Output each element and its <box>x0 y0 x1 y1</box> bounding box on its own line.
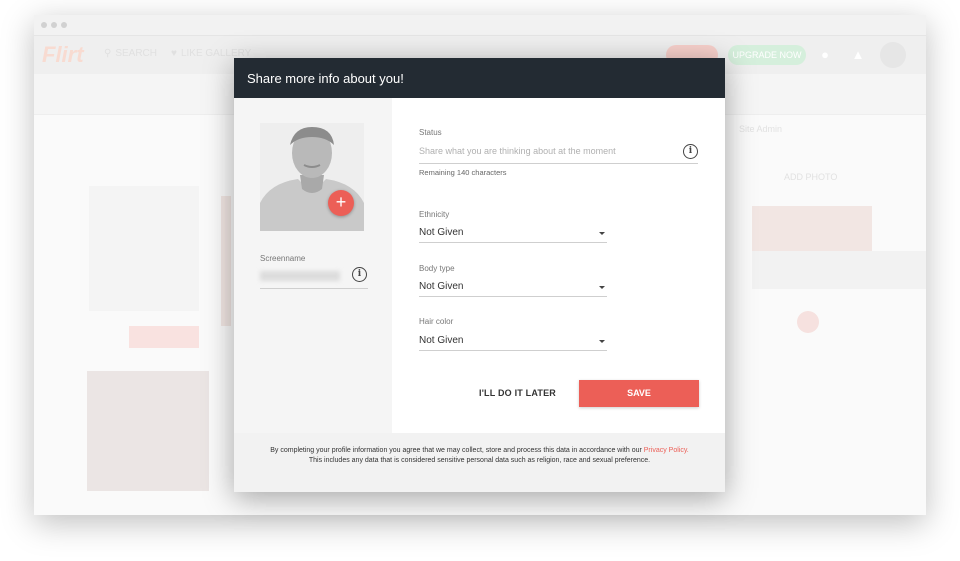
status-underline <box>419 163 698 164</box>
dialog-left-panel: + Screenname i <box>234 98 392 433</box>
caret-down-icon <box>599 232 605 235</box>
add-photo-button[interactable]: + <box>328 190 354 216</box>
body-type-select[interactable]: Not Given <box>419 280 607 297</box>
dialog-title: Share more info about you! <box>247 71 404 86</box>
person-silhouette-icon <box>260 123 364 231</box>
status-label: Status <box>419 128 442 137</box>
profile-info-dialog: Share more info about you! + Screenname … <box>234 58 725 492</box>
ethnicity-label: Ethnicity <box>419 210 450 219</box>
ethnicity-select[interactable]: Not Given <box>419 226 607 243</box>
privacy-notice-text-before: By completing your profile information y… <box>270 447 642 454</box>
hair-color-value: Not Given <box>419 335 464 346</box>
status-remaining-count: Remaining 140 characters <box>419 168 507 177</box>
hair-color-label: Hair color <box>419 317 454 326</box>
profile-photo-placeholder[interactable] <box>260 123 364 231</box>
dialog-header: Share more info about you! <box>234 58 725 98</box>
privacy-notice: By completing your profile information y… <box>264 446 695 466</box>
status-info-icon[interactable]: i <box>683 144 698 159</box>
caret-down-icon <box>599 340 605 343</box>
screenname-info-icon[interactable]: i <box>352 267 367 282</box>
privacy-policy-link[interactable]: Privacy Policy. <box>644 447 689 454</box>
ethnicity-value: Not Given <box>419 227 464 238</box>
caret-down-icon <box>599 286 605 289</box>
save-button[interactable]: SAVE <box>579 380 699 407</box>
hair-color-select[interactable]: Not Given <box>419 334 607 351</box>
body-type-value: Not Given <box>419 281 464 292</box>
screenname-label: Screenname <box>260 254 306 263</box>
dialog-footer: By completing your profile information y… <box>234 433 725 492</box>
do-it-later-button[interactable]: I'LL DO IT LATER <box>479 388 556 398</box>
screenname-value[interactable] <box>260 271 340 281</box>
privacy-notice-text-after: This includes any data that is considere… <box>308 457 651 464</box>
screenname-underline <box>260 288 368 289</box>
body-type-label: Body type <box>419 264 455 273</box>
status-input[interactable]: Share what you are thinking about at the… <box>419 146 616 156</box>
